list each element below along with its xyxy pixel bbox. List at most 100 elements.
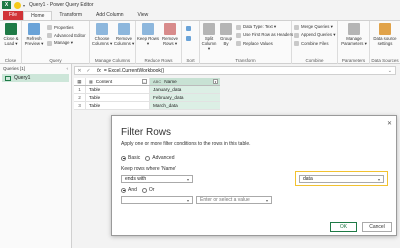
cancel-button[interactable]: Cancel <box>362 222 392 232</box>
group-transform-label: Transform <box>235 58 256 63</box>
group-data-sources-label: Data Sources <box>371 58 399 63</box>
value-input[interactable]: data ▾ <box>299 175 384 183</box>
manage-parameters-button[interactable]: Manage Parameters ▾ <box>339 23 369 46</box>
data-source-settings-button[interactable]: Data source settings <box>371 23 399 46</box>
table-row[interactable]: 3 Table March_data <box>74 102 220 110</box>
replace-values-label: Replace Values <box>243 40 273 46</box>
operator-select[interactable]: ends with ▾ <box>121 175 193 183</box>
choose-columns-label: Choose Columns ▾ <box>91 36 113 46</box>
group-by-label: Group By <box>220 36 232 46</box>
collapse-chevron-icon[interactable]: ‹ <box>67 66 69 71</box>
remove-rows-button[interactable]: Remove Rows ▾ <box>159 23 181 46</box>
expand-formula-icon[interactable]: ⌄ <box>388 68 392 74</box>
basic-radio[interactable] <box>121 155 126 161</box>
remove-columns-button[interactable]: Remove Columns ▾ <box>113 23 135 46</box>
column-header-name[interactable]: ABC Name ▾ <box>149 78 220 85</box>
replace-values-button[interactable]: Replace Values <box>236 40 273 46</box>
data-type-dropdown[interactable]: Data Type: Text ▾ <box>236 24 276 30</box>
group-reduce-rows: Keep Rows ▾ Remove Rows ▾ Reduce Rows <box>136 21 182 64</box>
table-icon <box>5 75 11 81</box>
operator-value: ends with <box>125 176 147 182</box>
remove-rows-icon <box>164 23 176 35</box>
cell-name[interactable]: January_data <box>149 86 220 93</box>
sort-ascending-button[interactable] <box>186 25 193 31</box>
append-queries-button[interactable]: Append Queries ▾ <box>294 32 335 38</box>
manage-button[interactable]: Manage ▾ <box>47 40 73 46</box>
advanced-radio[interactable] <box>145 155 151 161</box>
split-column-label: Split Column ▾ <box>201 36 217 51</box>
title-bar: X ▾ Query1 - Power Query Editor <box>0 0 400 10</box>
choose-columns-button[interactable]: Choose Columns ▾ <box>91 23 113 46</box>
merge-queries-button[interactable]: Merge Queries ▾ <box>294 24 333 30</box>
query-item-label: Query1 <box>14 75 31 81</box>
filter-dropdown-icon[interactable]: ▾ <box>213 79 218 84</box>
cell-content[interactable]: Table <box>85 94 149 101</box>
use-first-row-headers-button[interactable]: Use First Row as Headers ▾ <box>236 32 297 38</box>
table-row[interactable]: 1 Table January_data <box>74 86 220 94</box>
first-row-headers-label: Use First Row as Headers ▾ <box>243 32 297 37</box>
append-queries-label: Append Queries ▾ <box>301 32 336 37</box>
select-all-corner[interactable]: ▦ <box>74 78 85 85</box>
properties-button[interactable]: Properties <box>47 24 74 30</box>
remove-columns-label: Remove Columns ▾ <box>113 36 135 46</box>
keep-rows-button[interactable]: Keep Rows ▾ <box>137 23 159 46</box>
cell-content[interactable]: Table <box>85 86 149 93</box>
chevron-down-icon: ▾ <box>186 197 189 203</box>
chevron-down-icon: ▾ <box>186 176 189 182</box>
group-sort: Sort <box>182 21 200 64</box>
cell-content[interactable]: Table <box>85 102 149 109</box>
cancel-formula-icon[interactable]: ✕ <box>75 68 84 74</box>
refresh-preview-button[interactable]: Refresh Preview ▾ <box>23 23 45 46</box>
data-source-settings-icon <box>379 23 391 35</box>
qat-dropdown-icon[interactable]: ▾ <box>23 3 25 8</box>
properties-icon <box>47 24 52 30</box>
properties-label: Properties <box>54 24 74 30</box>
tab-transform[interactable]: Transform <box>52 11 89 20</box>
cell-name[interactable]: February_data <box>149 94 220 101</box>
ok-button[interactable]: OK <box>330 222 357 232</box>
row-number: 3 <box>78 103 81 108</box>
table-type-icon: ▦ <box>89 79 93 84</box>
close-load-button[interactable]: Close & Load ▾ <box>0 23 22 46</box>
second-operator-select[interactable]: ▾ <box>121 196 193 204</box>
second-value-input[interactable]: Enter or select a value ▾ <box>196 196 272 204</box>
append-queries-icon <box>294 32 299 38</box>
group-query: Refresh Preview ▾ Properties Advanced Ed… <box>22 21 90 64</box>
tab-file[interactable]: File <box>3 11 24 20</box>
close-icon[interactable]: ✕ <box>387 120 392 127</box>
formula-input[interactable]: = Excel.CurrentWorkbook() <box>104 68 164 74</box>
expand-column-icon[interactable]: ⇔ <box>142 79 147 84</box>
first-row-headers-icon <box>236 32 241 38</box>
advanced-editor-button[interactable]: Advanced Editor <box>47 32 86 38</box>
dialog-description: Apply one or more filter conditions to t… <box>121 141 251 147</box>
data-type-label: Data Type: Text ▾ <box>243 24 277 29</box>
window-title: Query1 - Power Query Editor <box>29 2 94 8</box>
tab-add-column[interactable]: Add Column <box>89 11 131 20</box>
manage-parameters-label: Manage Parameters ▾ <box>341 36 367 46</box>
confirm-formula-icon[interactable]: ✓ <box>84 68 93 74</box>
combine-files-button[interactable]: Combine Files <box>294 40 328 46</box>
queries-pane: Queries [1] ‹ Query1 <box>0 64 72 248</box>
refresh-label: Refresh Preview ▾ <box>24 36 44 46</box>
or-radio[interactable] <box>141 187 147 193</box>
group-by-button[interactable]: Group By <box>218 23 234 46</box>
filter-rows-dialog: ✕ Filter Rows Apply one or more filter c… <box>111 115 397 236</box>
table-row[interactable]: 2 Table February_data <box>74 94 220 102</box>
split-column-button[interactable]: Split Column ▾ <box>200 23 218 51</box>
cell-name[interactable]: March_data <box>149 102 220 109</box>
quick-access-toolbar: ▾ <box>14 1 25 9</box>
and-or-radio-group: And Or <box>121 187 159 193</box>
feedback-smiley-icon[interactable] <box>14 1 21 9</box>
advanced-editor-label: Advanced Editor <box>54 32 86 38</box>
and-radio[interactable] <box>121 187 126 193</box>
sort-descending-button[interactable] <box>186 35 193 41</box>
text-type-icon: ABC <box>153 79 162 84</box>
choose-columns-icon <box>96 23 108 35</box>
group-close: Close & Load ▾ Close <box>0 21 22 64</box>
group-manage-columns-label: Manage Columns <box>94 58 131 63</box>
query-item[interactable]: Query1 <box>2 74 69 82</box>
column-header-content[interactable]: ▦ Content ⇔ <box>85 78 149 85</box>
tab-view[interactable]: View <box>131 11 156 20</box>
tab-home[interactable]: Home <box>23 11 53 20</box>
queries-pane-header: Queries [1] ‹ <box>0 64 71 73</box>
